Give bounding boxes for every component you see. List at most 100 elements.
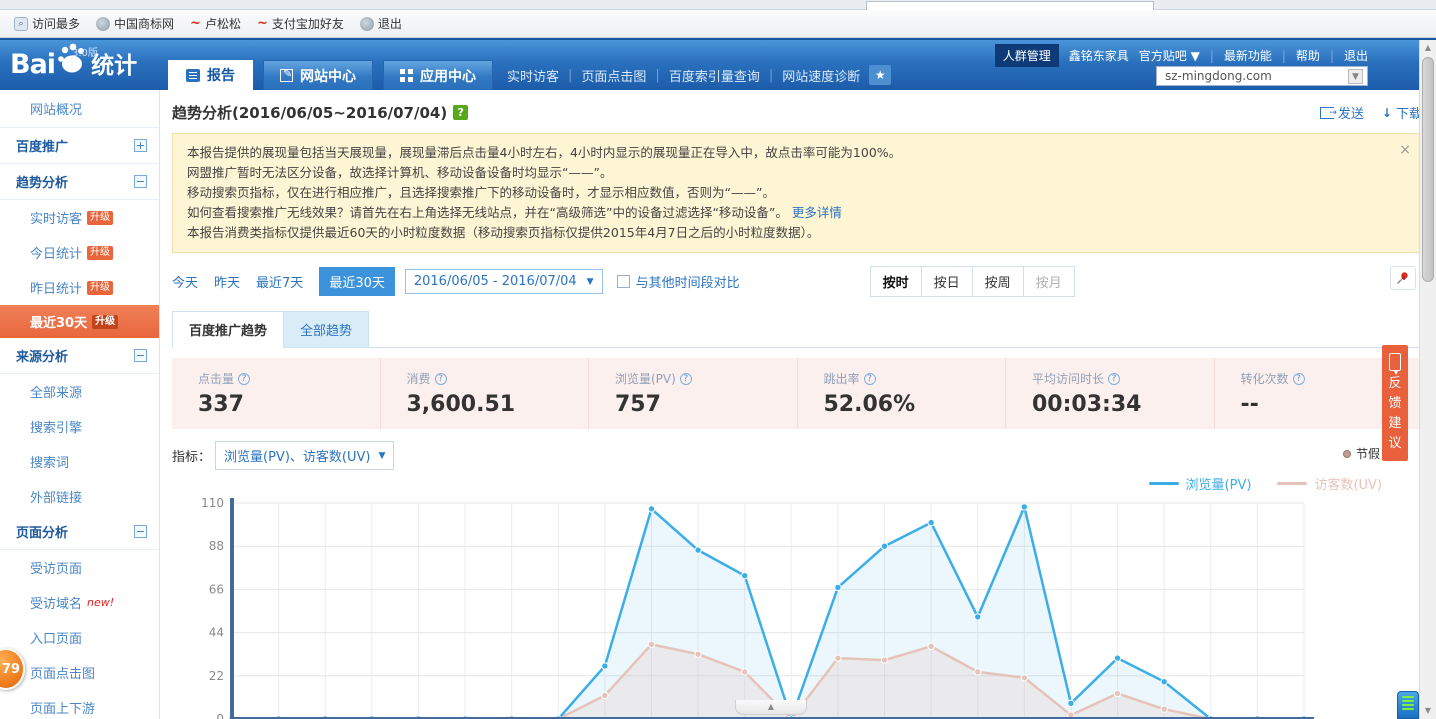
sidebar-item-realtime-visitors[interactable]: 实时访客 升级 <box>0 200 159 235</box>
scroll-up-icon[interactable]: ▲ <box>1420 40 1436 56</box>
trend-chart-svg[interactable]: 01234567891011121314151617181920212223/点… <box>194 493 1354 719</box>
info-icon[interactable]: ? <box>435 373 447 385</box>
tab-app-center[interactable]: 应用中心 <box>383 60 493 90</box>
sidebar-item-search-engines[interactable]: 搜索引擎 <box>0 409 159 444</box>
bookmark-logout[interactable]: 退出 <box>352 13 410 35</box>
notice-line: 如何查看搜索推广无线效果？请首先在右上角选择无线站点，并在“高级筛选”中的设备过… <box>187 203 1393 223</box>
collapse-panel-tab[interactable]: ▲ <box>735 700 807 715</box>
gran-daily[interactable]: 按日 <box>922 267 973 296</box>
tab-report[interactable]: 报告 <box>168 60 253 90</box>
bookmark-most-visited[interactable]: ⌕ 访问最多 <box>6 13 88 35</box>
gran-weekly[interactable]: 按周 <box>973 267 1024 296</box>
audience-manage-link[interactable]: 人群管理 <box>995 44 1059 67</box>
info-icon[interactable]: ? <box>238 373 250 385</box>
date-range-dropdown[interactable]: 2016/06/05 - 2016/07/04 ▼ <box>405 269 603 294</box>
sidebar-section-source-analysis[interactable]: 来源分析 − <box>0 338 159 374</box>
scrollbar-thumb[interactable] <box>1422 57 1434 282</box>
bookmark-label: 访问最多 <box>32 15 80 32</box>
collapse-icon[interactable]: − <box>134 175 147 188</box>
gran-hourly[interactable]: 按时 <box>871 267 922 296</box>
compare-checkbox[interactable] <box>617 275 630 288</box>
svg-text:110: 110 <box>201 496 224 510</box>
app-header: Bai 统计 3.0版 人群管理 鑫铭东家具 官方贴吧 ▼ | 最新功能 | 帮… <box>0 38 1436 90</box>
sidebar-item-last-30-days[interactable]: 最近30天 升级 <box>0 305 159 338</box>
close-icon[interactable]: × <box>1399 140 1411 160</box>
tab-site-center[interactable]: 网站中心 <box>263 60 373 90</box>
magnifier-icon: ⌕ <box>14 17 28 31</box>
section-label: 来源分析 <box>16 346 68 365</box>
sidebar-section-page-analysis[interactable]: 页面分析 − <box>0 514 159 550</box>
indicator-row: 指标： 浏览量(PV)、访客数(UV) ▼ 节假日 <box>172 441 1422 470</box>
favorite-star-icon[interactable]: ★ <box>869 65 891 85</box>
info-icon[interactable]: ? <box>864 373 876 385</box>
legend-pv[interactable]: 浏览量(PV) <box>1149 474 1252 493</box>
sidebar-item-entry-pages[interactable]: 入口页面 <box>0 620 159 655</box>
legend-label: 浏览量(PV) <box>1186 474 1252 493</box>
collapse-icon[interactable]: − <box>134 349 147 362</box>
range-today[interactable]: 今天 <box>172 272 198 291</box>
vertical-scrollbar[interactable]: ▲ ▼ <box>1419 40 1436 719</box>
metric-value: 52.06% <box>824 392 1006 417</box>
sidebar-section-baidu-promo[interactable]: 百度推广 + <box>0 128 159 164</box>
download-button[interactable]: ↓ 下载 <box>1382 103 1422 122</box>
send-button[interactable]: 发送 <box>1320 103 1364 122</box>
svg-text:44: 44 <box>209 626 224 640</box>
info-icon[interactable]: ? <box>680 373 692 385</box>
range-yesterday[interactable]: 昨天 <box>214 272 240 291</box>
download-manager-widget[interactable] <box>1397 691 1419 719</box>
svg-text:22: 22 <box>209 669 224 683</box>
help-icon[interactable]: ? <box>453 105 468 120</box>
new-features-link[interactable]: 最新功能 <box>1224 47 1272 64</box>
item-label: 搜索词 <box>30 452 69 471</box>
info-icon[interactable]: ? <box>1108 373 1120 385</box>
sidebar-item-search-terms[interactable]: 搜索词 <box>0 444 159 479</box>
indicator-dropdown[interactable]: 浏览量(PV)、访客数(UV) ▼ <box>215 441 394 470</box>
favicon-wave-icon: ~ <box>190 17 201 31</box>
collapse-icon[interactable]: − <box>134 525 147 538</box>
gran-monthly: 按月 <box>1024 267 1074 296</box>
tool-index-query[interactable]: 百度索引量查询 <box>669 66 760 85</box>
sidebar-item-yesterday-stats[interactable]: 昨日统计 升级 <box>0 270 159 305</box>
store-name-link[interactable]: 鑫铭东家具 <box>1069 47 1129 64</box>
sidebar-item-visited-pages[interactable]: 受访页面 <box>0 550 159 585</box>
logo-text: Bai <box>10 49 55 80</box>
site-selector-value: sz-mingdong.com <box>1165 69 1272 83</box>
bookmark-alipay-friend[interactable]: ~ 支付宝加好友 <box>249 13 352 35</box>
compare-option: 与其他时间段对比 <box>617 272 740 291</box>
sidebar-item-site-overview[interactable]: 网站概况 <box>0 90 159 128</box>
separator: | <box>769 68 773 83</box>
expand-icon[interactable]: + <box>134 139 147 152</box>
tab-baidu-promo-trend[interactable]: 百度推广趋势 <box>172 311 284 348</box>
tab-all-trend[interactable]: 全部趋势 <box>284 311 369 347</box>
help-link[interactable]: 帮助 <box>1296 47 1320 64</box>
sidebar-item-all-sources[interactable]: 全部来源 <box>0 374 159 409</box>
scroll-down-icon[interactable]: ▼ <box>1420 703 1436 719</box>
bookmark-trademark-site[interactable]: 中国商标网 <box>88 13 182 35</box>
tieba-dropdown[interactable]: 官方贴吧 ▼ <box>1139 47 1200 64</box>
legend-uv[interactable]: 访客数(UV) <box>1277 474 1382 493</box>
logout-link[interactable]: 退出 <box>1344 47 1368 64</box>
site-selector-dropdown[interactable]: sz-mingdong.com ▼ <box>1156 66 1368 86</box>
separator: | <box>1330 49 1334 63</box>
sidebar-section-trend-analysis[interactable]: 趋势分析 − <box>0 164 159 200</box>
item-label: 昨日统计 <box>30 278 82 297</box>
range-last7[interactable]: 最近7天 <box>256 272 303 291</box>
sidebar-item-external-links[interactable]: 外部链接 <box>0 479 159 514</box>
section-label: 趋势分析 <box>16 172 68 191</box>
sidebar-item-visited-domains[interactable]: 受访域名 new! <box>0 585 159 620</box>
bookmark-label: 卢松松 <box>205 15 241 32</box>
metric-avg-duration: 平均访问时长? 00:03:34 <box>1005 358 1214 429</box>
pin-button[interactable] <box>1390 266 1416 290</box>
more-details-link[interactable]: 更多详情 <box>792 205 842 220</box>
svg-text:0: 0 <box>216 712 224 719</box>
sidebar-item-today-stats[interactable]: 今日统计 升级 <box>0 235 159 270</box>
sidebar-item-page-flow[interactable]: 页面上下游 <box>0 690 159 719</box>
baidu-tongji-logo: Bai 统计 3.0版 <box>10 42 137 80</box>
tool-realtime-visitors[interactable]: 实时访客 <box>507 66 559 85</box>
tool-page-click-map[interactable]: 页面点击图 <box>581 66 646 85</box>
info-icon[interactable]: ? <box>1293 373 1305 385</box>
feedback-tab[interactable]: 反 馈 建 议 <box>1382 345 1408 461</box>
tool-speed-diagnosis[interactable]: 网站速度诊断 <box>782 66 860 85</box>
range-last30-selected[interactable]: 最近30天 <box>319 267 395 296</box>
bookmark-lusongsong[interactable]: ~ 卢松松 <box>182 13 249 35</box>
